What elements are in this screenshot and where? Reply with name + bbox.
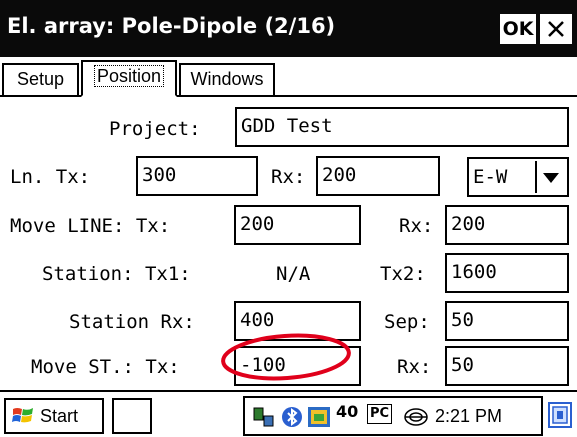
ok-button[interactable]: OK bbox=[500, 14, 536, 44]
tab-strip: Setup Position Windows bbox=[0, 57, 577, 97]
move-st-tx-field[interactable]: -100 bbox=[234, 346, 361, 386]
clock[interactable]: 2:21 PM bbox=[435, 398, 502, 434]
signal-label: 40 bbox=[336, 402, 359, 421]
connection-icon[interactable] bbox=[251, 406, 277, 428]
project-label: Project: bbox=[109, 118, 201, 140]
title-bar: El. array: Pole-Dipole (2/16) OK bbox=[0, 0, 577, 57]
move-st-tx-label: Move ST.: Tx: bbox=[31, 356, 180, 378]
direction-value: E-W bbox=[473, 166, 508, 188]
line-rx-label: Rx: bbox=[271, 166, 306, 188]
taskbar: Start 40 PC 2:21 PM bbox=[0, 390, 577, 437]
move-line-rx-field[interactable]: 200 bbox=[445, 205, 569, 245]
station-tx2-field[interactable]: 1600 bbox=[445, 253, 569, 293]
sep-label: Sep: bbox=[384, 311, 430, 333]
station-tx1-value: N/A bbox=[276, 263, 311, 285]
move-st-rx-field[interactable]: 50 bbox=[445, 346, 569, 386]
tab-windows[interactable]: Windows bbox=[179, 63, 275, 95]
line-rx-field[interactable]: 200 bbox=[316, 156, 440, 196]
sep-field[interactable]: 50 bbox=[445, 301, 569, 341]
move-line-rx-label: Rx: bbox=[399, 215, 434, 237]
station-rx-label: Station Rx: bbox=[69, 311, 195, 333]
input-panel-icon[interactable] bbox=[548, 400, 574, 430]
system-tray: 40 PC 2:21 PM bbox=[243, 396, 543, 436]
start-button[interactable]: Start bbox=[4, 398, 104, 434]
station-tx1-label: Station: Tx1: bbox=[42, 263, 191, 285]
windows-flag-icon bbox=[12, 408, 33, 423]
close-icon bbox=[548, 21, 564, 37]
start-label: Start bbox=[40, 406, 79, 426]
direction-select[interactable]: E-W bbox=[467, 157, 569, 197]
project-field[interactable]: GDD Test bbox=[235, 107, 569, 147]
line-tx-label: Ln. Tx: bbox=[10, 166, 91, 188]
tab-position-label: Position bbox=[93, 65, 165, 87]
line-tx-field[interactable]: 300 bbox=[136, 156, 258, 196]
station-rx-field[interactable]: 400 bbox=[234, 301, 361, 341]
pc-label: PC bbox=[370, 406, 390, 421]
wireless-icon[interactable] bbox=[403, 406, 429, 428]
dropdown-arrow[interactable] bbox=[535, 161, 565, 193]
move-st-rx-label: Rx: bbox=[397, 356, 432, 378]
window-title: El. array: Pole-Dipole (2/16) bbox=[7, 14, 336, 38]
signal-icon[interactable]: 40 bbox=[336, 402, 358, 424]
pc-connection-icon[interactable]: PC bbox=[367, 404, 393, 424]
bluetooth-icon[interactable] bbox=[281, 406, 303, 428]
chevron-down-icon bbox=[543, 173, 559, 183]
move-line-tx-field[interactable]: 200 bbox=[234, 205, 361, 245]
tab-windows-label: Windows bbox=[190, 69, 264, 89]
move-line-tx-label: Move LINE: Tx: bbox=[10, 215, 171, 237]
tab-setup[interactable]: Setup bbox=[2, 63, 79, 95]
sync-icon[interactable] bbox=[307, 406, 331, 428]
station-tx2-label: Tx2: bbox=[380, 263, 426, 285]
close-button[interactable] bbox=[540, 14, 572, 44]
tab-setup-label: Setup bbox=[16, 69, 65, 89]
taskbar-empty-slot[interactable] bbox=[112, 398, 152, 434]
tab-position[interactable]: Position bbox=[81, 60, 177, 97]
